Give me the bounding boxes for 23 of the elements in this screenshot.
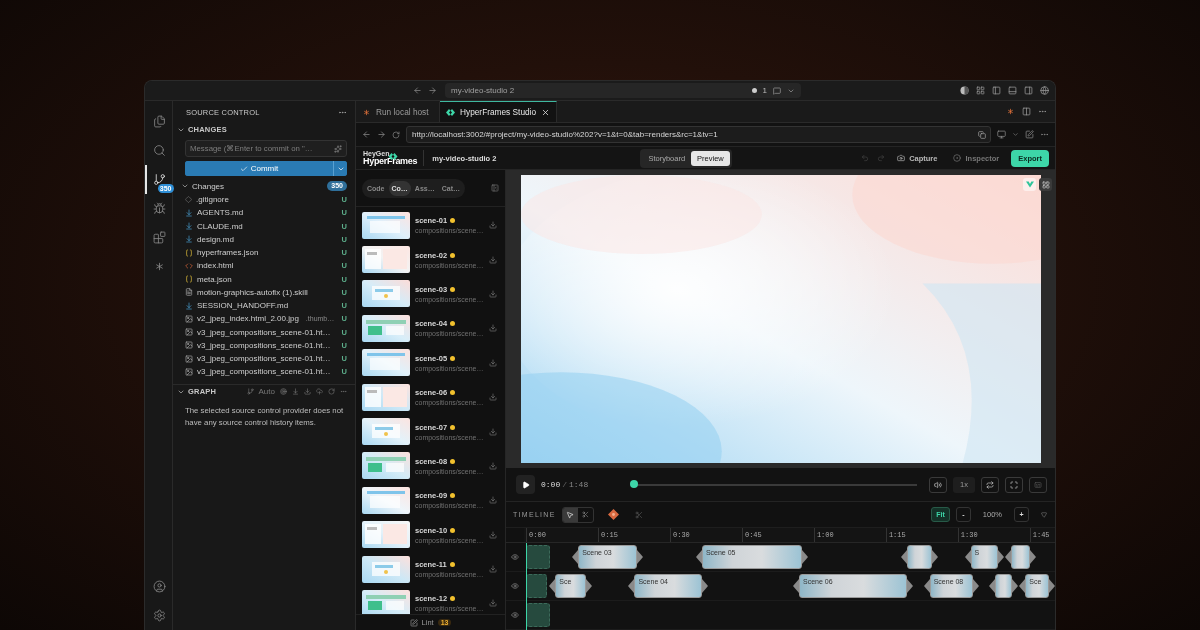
file-name[interactable]: AGENTS.md [197, 208, 244, 218]
file-name[interactable]: CLAUDE.md [197, 221, 243, 231]
file-name[interactable]: v3_jpeg_compositions_scene-01.ht… [197, 340, 331, 350]
file-name[interactable]: motion-graphics-autofix (1).skill [197, 287, 308, 297]
group-label[interactable]: Changes [192, 181, 225, 191]
file-name[interactable]: v3_jpeg_compositions_scene-01.ht… [197, 354, 331, 364]
command-center[interactable]: my-video-studio 2 1 [445, 83, 801, 98]
editor-tab[interactable]: HyperFrames Studio [440, 101, 558, 122]
file-name[interactable]: design.md [197, 234, 234, 244]
file-name[interactable]: hyperframes.json [197, 248, 259, 258]
file-name[interactable]: v3_jpeg_compositions_scene-01.ht… [197, 367, 331, 377]
file-name[interactable]: meta.json [197, 274, 232, 284]
auto-label[interactable]: Auto [258, 387, 275, 396]
duration: 1:48 [569, 480, 589, 489]
current-time: 0:00 [541, 480, 561, 489]
file-name[interactable]: v2_jpeg_index.html_2.00.jpg [197, 314, 299, 324]
url-field[interactable]: http://localhost:3002/#project/my-video-studio%202?v=1&t=0&tab=renders&rc=1&tv=1 [406, 126, 991, 143]
file-name[interactable]: .gitignore [196, 195, 229, 205]
file-name[interactable]: SESSION_HANDOFF.md [197, 301, 289, 311]
time-separator: / [562, 480, 567, 489]
notification-count: 1 [762, 86, 767, 95]
file-name[interactable]: index.html [197, 261, 234, 271]
file-name[interactable]: v3_jpeg_compositions_scene-01.ht… [197, 327, 331, 337]
